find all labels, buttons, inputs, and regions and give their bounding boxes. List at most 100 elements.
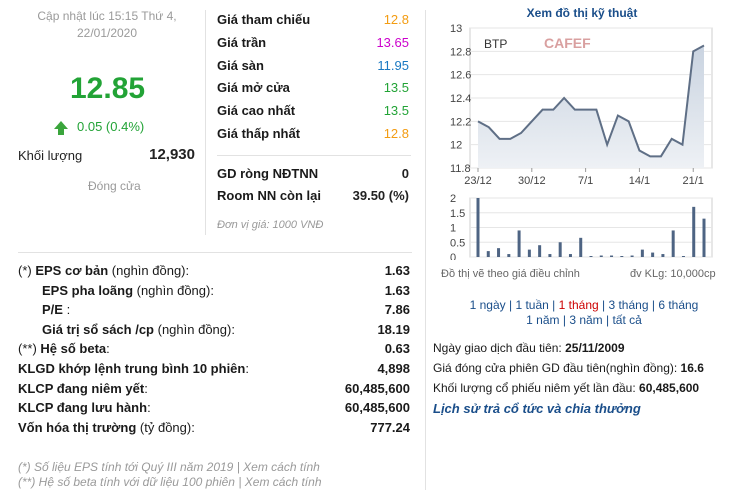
price-grid-label: Giá cao nhất — [217, 103, 296, 119]
technical-chart[interactable]: 1312.812.612.412.21211.8BTP CAFEF23/12 30/… — [430, 20, 730, 260]
first-close-price-label: Giá đóng cửa phiên GD đầu tiên(nghìn đồn… — [433, 361, 681, 375]
volume-bar — [558, 242, 562, 257]
indicator-label: KLCP đang lưu hành: — [18, 400, 151, 415]
price-grid-value: 12.8 — [383, 126, 409, 141]
indicator-row: KLGD khớp lệnh trung bình 10 phiên: 4,898 — [18, 361, 410, 381]
volume-bar — [486, 251, 490, 257]
indicator-value: 18.19 — [377, 321, 410, 337]
indicator-value: 777.24 — [370, 419, 410, 435]
volume-bar — [692, 206, 696, 257]
indicator-value: 0.63 — [384, 341, 410, 357]
dividend-history-link[interactable]: Lịch sử trả cổ tức và chia thưởng — [433, 401, 641, 416]
grid-divider — [217, 155, 411, 156]
price-grid-label: Giá tham chiếu — [217, 12, 311, 27]
indicator-name: KLCP đang niêm yết — [18, 380, 145, 396]
indicator-marker: (**) — [18, 341, 37, 357]
indicator-name: KLCP đang lưu hành — [18, 400, 148, 416]
volume-bar — [630, 255, 634, 257]
indicator-name: Vốn hóa thị trường — [18, 419, 137, 435]
section-divider — [18, 252, 412, 253]
period-link[interactable]: 1 năm — [526, 313, 559, 327]
volume-tick-label: 1.5 — [450, 208, 465, 220]
foreign-label: GD ròng NĐTNN — [217, 166, 319, 181]
first-trade-date: Ngày giao dịch đầu tiên: 25/11/2009 — [433, 341, 625, 355]
first-listed-volume-label: Khối lượng cổ phiếu niêm yết lần đầu: — [433, 381, 640, 395]
period-separator: | — [548, 298, 559, 312]
volume-bar — [589, 256, 593, 257]
indicator-label: (*) EPS cơ bản (nghìn đồng): — [18, 263, 189, 278]
indicator-row: Giá trị sổ sách /cp (nghìn đồng): 18.19 — [18, 322, 410, 342]
indicator-unit: : — [106, 341, 110, 357]
indicator-name: EPS pha loãng — [42, 282, 134, 298]
volume-bar — [681, 256, 685, 257]
period-link[interactable]: 3 tháng — [608, 298, 648, 312]
volume-bar — [599, 255, 603, 257]
unit-note: Đơn vị giá: 1000 VNĐ — [217, 219, 324, 231]
indicator-row: KLCP đang lưu hành: 60,485,600 — [18, 400, 410, 420]
first-close-price-value: 16.6 — [680, 361, 704, 375]
price-tick-label: 12.8 — [450, 46, 471, 58]
price-grid-row: Giá sàn 11.95 — [217, 58, 409, 78]
volume-tick-label: 2 — [450, 193, 456, 205]
first-trade-date-label: Ngày giao dịch đầu tiên: — [433, 341, 566, 355]
price-tick-label: 12.6 — [450, 70, 471, 82]
volume-tick-label: 0.5 — [450, 237, 465, 249]
period-link[interactable]: tất cả — [612, 313, 641, 327]
indicator-value: 60,485,600 — [344, 400, 410, 416]
chart-title-link[interactable]: Xem đồ thị kỹ thuật — [430, 6, 734, 20]
arrow-up-icon — [54, 120, 68, 135]
volume-bar — [568, 254, 572, 257]
indicator-unit: (nghìn đồng): — [133, 282, 214, 298]
volume-bar — [476, 198, 480, 257]
indicator-label: P/E : — [42, 302, 70, 317]
price-tick-label: 11.8 — [450, 163, 471, 175]
volume-bar — [640, 249, 644, 257]
indicator-unit: (tỷ đồng): — [136, 419, 195, 435]
period-separator: | — [505, 298, 516, 312]
indicator-unit: : — [245, 361, 249, 376]
period-separator: | — [598, 298, 609, 312]
indicator-value: 7.86 — [384, 302, 410, 318]
price-grid-label: Giá trần — [217, 34, 267, 50]
first-listed-volume: Khối lượng cổ phiếu niêm yết lần đầu: 60… — [433, 381, 699, 395]
indicator-row: EPS pha loãng (nghìn đồng): 1.63 — [18, 283, 410, 303]
footnote-eps-link[interactable]: Xem cách tính — [243, 460, 320, 474]
footnote-beta-link[interactable]: Xem cách tính — [245, 475, 322, 489]
price-grid-row: Giá tham chiếu 12.8 — [217, 12, 409, 32]
footnote-beta: (**) Hệ số beta tính với dữ liệu 100 phi… — [18, 475, 322, 489]
footnote-eps-text: (*) Số liệu EPS tính tới Quý III năm 201… — [18, 460, 244, 474]
price-tick-label: 12 — [450, 140, 462, 152]
period-line: 1 năm | 3 năm | tất cả — [432, 313, 736, 328]
column-divider-right — [425, 10, 426, 490]
volume-bar — [651, 252, 655, 257]
indicator-label: Vốn hóa thị trường (tỷ đồng): — [18, 420, 195, 435]
session-status: Đóng cửa — [88, 179, 141, 193]
period-link[interactable]: 3 năm — [569, 313, 602, 327]
indicator-value: 1.63 — [384, 263, 410, 278]
volume-value: 12,930 — [149, 146, 195, 163]
price-grid-row: Giá cao nhất 13.5 — [217, 103, 409, 123]
volume-bar — [517, 230, 521, 257]
foreign-value: 39.50 (%) — [352, 188, 409, 203]
indicator-unit: (nghìn đồng): — [108, 263, 190, 278]
foreign-row: Room NN còn lại 39.50 (%) — [217, 188, 409, 208]
indicator-unit: : — [144, 380, 148, 396]
period-link[interactable]: 6 tháng — [658, 298, 698, 312]
volume-bar — [497, 248, 501, 257]
update-timestamp: Cập nhật lúc 15:15 Thứ 4, 22/01/2020 — [14, 8, 200, 42]
indicator-row: Vốn hóa thị trường (tỷ đồng): 777.24 — [18, 420, 410, 440]
current-price: 12.85 — [70, 72, 146, 105]
price-tick-label: 13 — [450, 23, 462, 35]
indicator-row: P/E : 7.86 — [18, 302, 410, 322]
price-grid-row: Giá trần 13.65 — [217, 35, 409, 55]
volume-bar — [610, 255, 614, 257]
price-tick-label: 12.4 — [450, 93, 471, 105]
period-link[interactable]: 1 tuần — [515, 298, 548, 312]
foreign-value: 0 — [401, 166, 409, 181]
period-link[interactable]: 1 ngày — [470, 298, 506, 312]
volume-label: Khối lượng — [18, 148, 83, 163]
date-tick-label: 21/1 — [683, 175, 704, 187]
first-trade-date-value: 25/11/2009 — [565, 341, 625, 355]
period-link[interactable]: 1 tháng — [559, 298, 599, 312]
indicator-row: (*) EPS cơ bản (nghìn đồng): 1.63 — [18, 263, 410, 283]
